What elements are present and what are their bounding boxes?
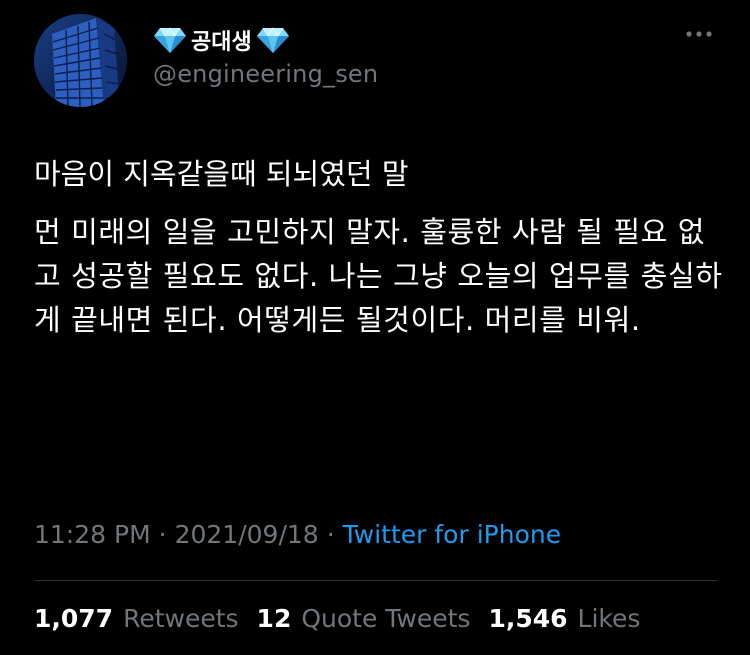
- tweet-text: 마음이 지옥같을때 되뇌였던 말 먼 미래의 일을 고민하지 말자. 훌륭한 사…: [34, 152, 724, 342]
- retweets-count: 1,077: [34, 604, 114, 633]
- tweet-paragraph: 먼 미래의 일을 고민하지 말자. 훌륭한 사람 될 필요 없고 성공할 필요도…: [34, 215, 723, 337]
- quote-tweets-label: Quote Tweets: [301, 604, 471, 633]
- more-horizontal-icon[interactable]: [682, 22, 716, 46]
- tweet-stats: 1,077 Retweets 12 Quote Tweets 1,546 Lik…: [34, 604, 658, 633]
- author-handle[interactable]: @engineering_sen: [153, 60, 378, 88]
- likes-count: 1,546: [488, 604, 568, 633]
- retweets-label: Retweets: [123, 604, 239, 633]
- tweet-source-link[interactable]: Twitter for iPhone: [343, 520, 561, 549]
- tweet-meta: 11:28 PM · 2021/09/18 · Twitter for iPho…: [34, 520, 561, 549]
- divider: [34, 580, 718, 581]
- likes-label: Likes: [577, 604, 641, 633]
- meta-separator: ·: [326, 520, 335, 549]
- likes-stat[interactable]: 1,546 Likes: [488, 604, 640, 633]
- diamond-icon: [256, 25, 290, 55]
- quote-tweets-stat[interactable]: 12 Quote Tweets: [257, 604, 471, 633]
- author-name-row[interactable]: 공대생: [153, 20, 290, 60]
- quote-tweets-count: 12: [256, 604, 292, 633]
- tweet-paragraph: 마음이 지옥같을때 되뇌였던 말: [34, 157, 409, 191]
- retweets-stat[interactable]: 1,077 Retweets: [34, 604, 239, 633]
- tweet-header: 공대생 @engineering_sen: [34, 14, 720, 109]
- building-avatar-icon: [34, 14, 127, 107]
- avatar[interactable]: [34, 14, 127, 107]
- display-name[interactable]: 공대생: [189, 24, 254, 56]
- tweet-time[interactable]: 11:28 PM: [34, 520, 151, 549]
- meta-separator: ·: [158, 520, 167, 549]
- tweet-date[interactable]: 2021/09/18: [175, 520, 319, 549]
- diamond-icon: [153, 25, 187, 55]
